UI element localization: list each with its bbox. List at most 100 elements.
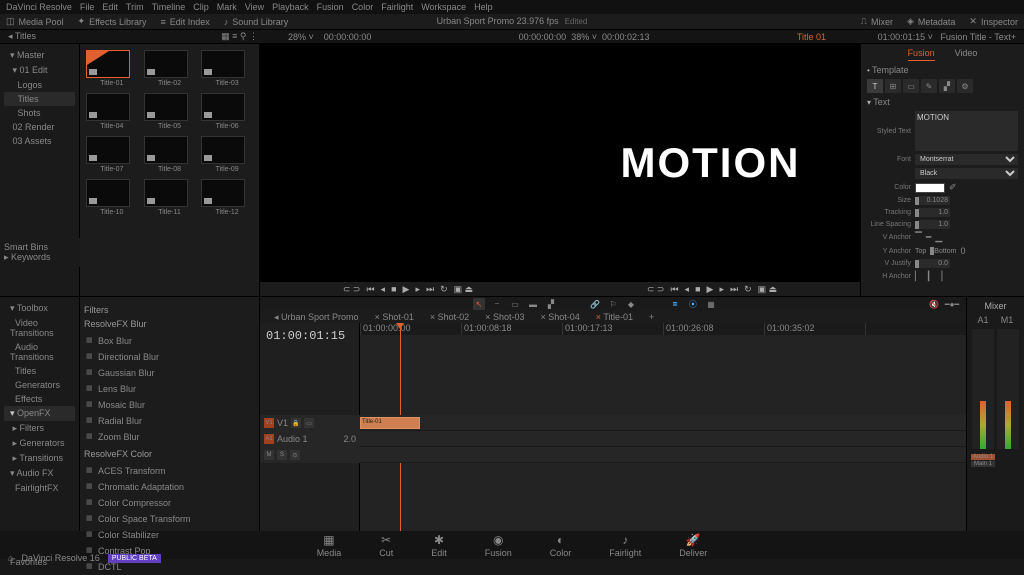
- tl-tab[interactable]: × Shot-03: [479, 311, 530, 323]
- page-cut[interactable]: ✂Cut: [379, 533, 393, 558]
- mixer-button[interactable]: ⎍ Mixer: [861, 16, 893, 27]
- smartbin-keywords[interactable]: ▸ Keywords: [4, 252, 76, 263]
- bin-path[interactable]: ◂ Titles: [8, 31, 36, 42]
- first-frame-button[interactable]: ⏮: [670, 284, 678, 295]
- menu-item[interactable]: Edit: [102, 2, 118, 12]
- fader-main[interactable]: [997, 329, 1019, 449]
- play-button[interactable]: ▶: [707, 284, 714, 295]
- marker-icon[interactable]: ◆: [625, 298, 637, 310]
- bin-shots[interactable]: Shots: [4, 106, 75, 120]
- page-deliver[interactable]: 🚀Deliver: [679, 533, 707, 558]
- match-frame-button[interactable]: ▣ ⏏: [454, 284, 474, 295]
- clip-thumb[interactable]: Title-02: [144, 50, 196, 87]
- settings-tab-icon[interactable]: ⚙: [957, 79, 973, 93]
- timeline-clip[interactable]: Title-01: [360, 417, 420, 429]
- bin-assets[interactable]: 03 Assets: [4, 134, 75, 148]
- menu-item[interactable]: Help: [474, 2, 493, 12]
- menu-item[interactable]: Mark: [217, 2, 237, 12]
- overwrite-tool-icon[interactable]: ▬: [527, 298, 539, 310]
- page-media[interactable]: ▦Media: [317, 533, 342, 558]
- match-frame-button[interactable]: ▣ ⏏: [758, 284, 778, 295]
- menu-item[interactable]: Trim: [126, 2, 144, 12]
- text-tab-icon[interactable]: T: [867, 79, 883, 93]
- clip-thumb[interactable]: Title-01: [86, 50, 138, 87]
- prev-frame-button[interactable]: ◂: [685, 284, 690, 295]
- prev-frame-button[interactable]: ◂: [381, 284, 386, 295]
- fx-titles[interactable]: Titles: [4, 364, 75, 378]
- link-icon[interactable]: 🔗: [589, 298, 601, 310]
- anchor-r-icon[interactable]: ▕: [935, 271, 942, 282]
- jog-right[interactable]: ⊂ ⊃: [647, 284, 665, 295]
- menu-item[interactable]: Fairlight: [381, 2, 413, 12]
- clip-thumb[interactable]: Title-04: [86, 93, 138, 130]
- position-lock-icon[interactable]: ▦: [705, 298, 717, 310]
- clip-thumb[interactable]: Title-06: [201, 93, 253, 130]
- tracking-value[interactable]: 1.0: [918, 208, 950, 217]
- font-style-select[interactable]: Black: [915, 168, 1018, 179]
- page-color[interactable]: ◐Color: [550, 533, 572, 558]
- eyedropper-icon[interactable]: ✐: [949, 182, 957, 193]
- clip-thumb[interactable]: Title-05: [144, 93, 196, 130]
- page-fusion[interactable]: ◉Fusion: [485, 533, 512, 558]
- menu-item[interactable]: View: [245, 2, 264, 12]
- bin-render[interactable]: 02 Render: [4, 120, 75, 134]
- stop-button[interactable]: ■: [695, 284, 700, 294]
- fx-filters[interactable]: ▸ Filters: [4, 421, 75, 436]
- fx-openfx[interactable]: ▾ OpenFX: [4, 406, 75, 421]
- transform-tab-icon[interactable]: ▭: [903, 79, 919, 93]
- clip-thumb[interactable]: Title-12: [201, 179, 253, 216]
- clip-thumb[interactable]: Title-11: [144, 179, 196, 216]
- fader-a1[interactable]: [972, 329, 994, 449]
- fx-vtrans[interactable]: Video Transitions: [4, 316, 75, 340]
- tl-tab[interactable]: × Shot-02: [424, 311, 475, 323]
- menu-item[interactable]: Fusion: [317, 2, 344, 12]
- fx-item[interactable]: Chromatic Adaptation: [84, 479, 255, 495]
- fx-item[interactable]: Box Blur: [84, 333, 255, 349]
- anchor-top-icon[interactable]: ▔: [915, 232, 922, 243]
- tab-fusion[interactable]: Fusion: [908, 48, 935, 61]
- size-value[interactable]: 0.1028: [918, 196, 950, 205]
- timeline-tracks[interactable]: 01:00:00:0001:00:08:18 01:00:17:1301:00:…: [360, 323, 966, 531]
- solo-icon[interactable]: S: [277, 450, 287, 460]
- menu-item[interactable]: Workspace: [421, 2, 466, 12]
- fx-item[interactable]: Color Stabilizer: [84, 527, 255, 543]
- clip-thumb[interactable]: Title-03: [201, 50, 253, 87]
- font-select[interactable]: Montserrat: [915, 154, 1018, 165]
- fx-item[interactable]: ACES Transform: [84, 463, 255, 479]
- clip-thumb[interactable]: Title-10: [86, 179, 138, 216]
- bin-edit[interactable]: ▾ 01 Edit: [4, 63, 75, 78]
- tl-tab[interactable]: × Shot-01: [369, 311, 420, 323]
- fx-generators[interactable]: Generators: [4, 378, 75, 392]
- menu-item[interactable]: Clip: [193, 2, 209, 12]
- fx-item[interactable]: Zoom Blur: [84, 429, 255, 445]
- clip-thumb[interactable]: Title-08: [144, 136, 196, 173]
- fx-item[interactable]: Color Space Transform: [84, 511, 255, 527]
- next-frame-button[interactable]: ▸: [719, 284, 724, 295]
- audio-controls[interactable]: MS⊙: [360, 447, 966, 463]
- fx-effects[interactable]: Effects: [4, 392, 75, 406]
- fx-item[interactable]: Color Compressor: [84, 495, 255, 511]
- next-frame-button[interactable]: ▸: [415, 284, 420, 295]
- fx-item[interactable]: Radial Blur: [84, 413, 255, 429]
- fx-generators2[interactable]: ▸ Generators: [4, 436, 75, 451]
- effects-library-button[interactable]: ✦ Effects Library: [78, 16, 147, 27]
- stop-button[interactable]: ■: [391, 284, 396, 294]
- fx-audiofx[interactable]: ▾ Audio FX: [4, 466, 75, 481]
- track-dest-icon[interactable]: A1: [264, 434, 274, 444]
- menu-item[interactable]: Color: [352, 2, 374, 12]
- menu-item[interactable]: Timeline: [152, 2, 186, 12]
- bin-logos[interactable]: Logos: [4, 78, 75, 92]
- tab-video[interactable]: Video: [955, 48, 978, 61]
- source-monitor[interactable]: [260, 44, 559, 282]
- menu-item[interactable]: File: [80, 2, 95, 12]
- fx-item[interactable]: Mosaic Blur: [84, 397, 255, 413]
- track-lock-icon[interactable]: 🔒: [291, 418, 301, 428]
- fx-atrans[interactable]: Audio Transitions: [4, 340, 75, 364]
- arm-icon[interactable]: ⊙: [290, 450, 300, 460]
- fx-transitions[interactable]: ▸ Transitions: [4, 451, 75, 466]
- inspector-button[interactable]: ✕ Inspector: [969, 16, 1018, 27]
- tl-tab[interactable]: × Title-01: [590, 311, 639, 323]
- zoom-slider[interactable]: ━●━: [946, 298, 958, 310]
- anchor-c-icon[interactable]: ┃: [926, 271, 931, 282]
- styled-text-input[interactable]: MOTION: [915, 111, 1018, 151]
